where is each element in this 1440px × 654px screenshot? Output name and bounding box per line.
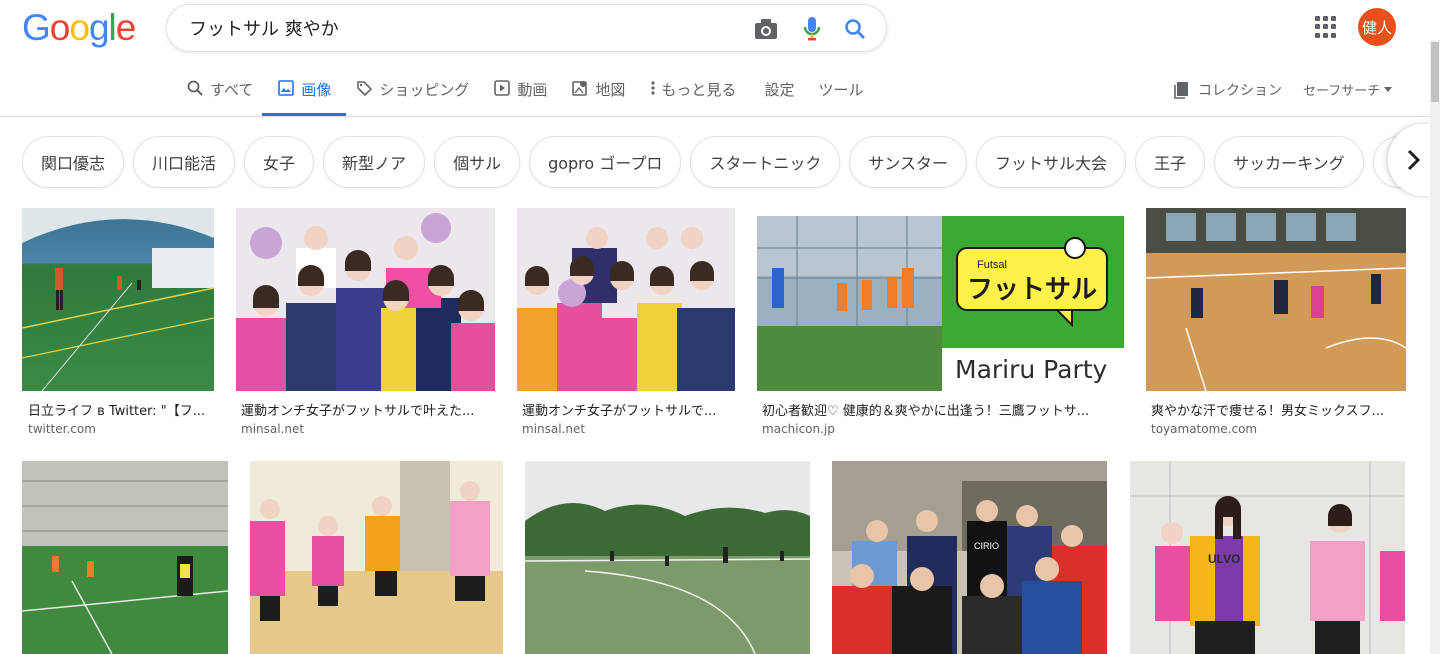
result-domain: minsal.net: [241, 422, 305, 436]
banner-brand: Mariru Party: [955, 355, 1108, 384]
tab-label: 画像: [301, 81, 332, 99]
image-result[interactable]: 運動オンチ女子がフットサルで叶えた... minsal.net: [236, 208, 496, 443]
related-searches-chips: 関口優志 川口能活 女子 新型ノア 個サル gopro ゴープロ スタートニック…: [22, 136, 1402, 190]
google-logo[interactable]: Google: [22, 7, 137, 49]
tab-label: 設定: [764, 81, 795, 99]
result-domain: twitter.com: [28, 422, 96, 436]
play-icon: [493, 79, 511, 97]
search-input[interactable]: [189, 13, 739, 43]
jersey-text: ULVO: [1208, 552, 1240, 566]
safesearch-dropdown[interactable]: セーフサーチ: [1303, 80, 1393, 99]
tag-icon: [355, 79, 373, 97]
map-icon: [571, 79, 589, 97]
result-image: CIRIO: [832, 461, 1107, 654]
image-result[interactable]: [250, 461, 504, 654]
result-image: [517, 208, 735, 391]
logo-letter: o: [69, 7, 90, 48]
image-result[interactable]: [22, 461, 229, 654]
bookmark-icon: [1174, 81, 1190, 99]
logo-letter: e: [115, 7, 137, 48]
tab-label: もっと見る: [661, 81, 737, 99]
image-result[interactable]: CIRIO: [832, 461, 1108, 654]
banner-small: Futsal: [977, 259, 1007, 271]
chip[interactable]: スタートニック: [690, 136, 841, 188]
dropdown-arrow-icon: [1384, 87, 1393, 92]
logo-letter: g: [88, 7, 110, 48]
tab-shopping[interactable]: ショッピング: [355, 70, 469, 116]
tab-label: 地図: [595, 81, 626, 99]
image-result[interactable]: Futsal フットサル Mariru Party 初心者歓迎♡ 健康的＆爽やか…: [757, 208, 1125, 443]
scrollbar-thumb[interactable]: [1431, 42, 1439, 102]
jersey-text: CIRIO: [974, 541, 999, 551]
chip[interactable]: 王子: [1135, 136, 1206, 188]
search-tabs: すべて 画像 ショッピング 動画 地図 もっと見る 設定 ツール: [186, 70, 887, 116]
chip[interactable]: 関口優志: [22, 136, 125, 188]
image-result[interactable]: ULVO: [1130, 461, 1406, 654]
result-image: [250, 461, 503, 654]
search-box: [166, 4, 887, 52]
more-vert-icon: [649, 79, 657, 97]
chip[interactable]: 個サル: [434, 136, 521, 188]
chip[interactable]: 女子: [244, 136, 315, 188]
chip[interactable]: 新型ノア: [323, 136, 426, 188]
chip[interactable]: 川口能活: [133, 136, 236, 188]
tab-settings[interactable]: 設定: [764, 70, 794, 116]
result-image: [22, 208, 214, 391]
banner-title: フットサル: [967, 275, 1097, 305]
safesearch-label: セーフサーチ: [1303, 84, 1381, 99]
tab-maps[interactable]: 地図: [571, 70, 625, 116]
chip[interactable]: フットサル大会: [976, 136, 1127, 188]
chevron-right-icon: [1406, 149, 1420, 171]
result-image: [525, 461, 810, 654]
result-domain: machicon.jp: [762, 422, 835, 436]
chip[interactable]: gopro ゴープロ: [529, 136, 682, 188]
result-caption: 初心者歓迎♡ 健康的＆爽やかに出逢う！三鷹フットサ...: [762, 404, 1090, 419]
page-scrollbar[interactable]: [1430, 40, 1440, 654]
logo-letter: o: [49, 7, 71, 48]
result-image: [1146, 208, 1406, 391]
avatar[interactable]: 健人: [1358, 8, 1396, 46]
result-domain: toyamatome.com: [1151, 422, 1258, 436]
apps-grid-icon[interactable]: [1312, 13, 1340, 41]
microphone-icon[interactable]: [798, 15, 826, 43]
image-icon: [277, 79, 295, 97]
image-result[interactable]: [525, 461, 811, 654]
image-result[interactable]: 爽やかな汗で痩せる！男女ミックスフ... toyamatome.com: [1146, 208, 1407, 443]
result-caption: 爽やかな汗で痩せる！男女ミックスフ...: [1151, 404, 1385, 419]
result-domain: minsal.net: [522, 422, 586, 436]
tab-label: すべて: [210, 81, 254, 99]
chip[interactable]: サッカーキング: [1214, 136, 1364, 188]
result-image: [22, 461, 228, 654]
collections-label: コレクション: [1198, 83, 1282, 99]
tab-more[interactable]: もっと見る: [649, 70, 736, 116]
logo-letter: l: [108, 7, 117, 48]
result-image: Futsal フットサル Mariru Party: [757, 208, 1124, 391]
tab-label: ツール: [818, 81, 864, 99]
collections-link[interactable]: コレクション: [1174, 80, 1282, 100]
image-result[interactable]: 日立ライフ в Twitter: "【フ... twitter.com: [22, 208, 215, 443]
image-result[interactable]: 運動オンチ女子がフットサルで... minsal.net: [517, 208, 736, 443]
logo-letter: G: [22, 7, 51, 48]
camera-icon[interactable]: [752, 15, 780, 43]
tab-all[interactable]: すべて: [186, 70, 253, 116]
result-caption: 日立ライフ в Twitter: "【フ...: [28, 404, 206, 419]
header: Google 健人 すべて 画像 ショッピング 動画: [0, 0, 1440, 117]
result-caption: 運動オンチ女子がフットサルで叶えた...: [241, 404, 475, 419]
tab-videos[interactable]: 動画: [493, 70, 547, 116]
search-icon: [186, 79, 204, 97]
search-icon[interactable]: [841, 15, 869, 43]
result-caption: 運動オンチ女子がフットサルで...: [522, 404, 717, 419]
result-image: [236, 208, 495, 391]
tab-tools[interactable]: ツール: [818, 70, 863, 116]
chip[interactable]: サンスター: [849, 136, 968, 188]
result-image: ULVO: [1130, 461, 1405, 654]
tab-label: ショッピング: [379, 81, 470, 99]
tab-images[interactable]: 画像: [262, 70, 347, 116]
tab-label: 動画: [517, 81, 548, 99]
